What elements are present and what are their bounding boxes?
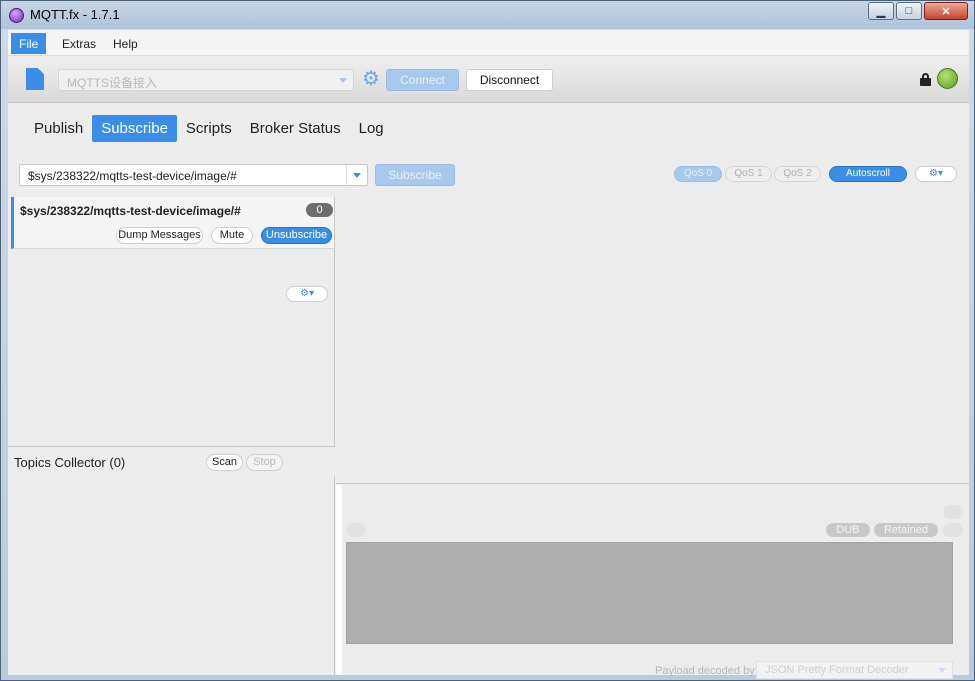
autoscroll-toggle[interactable]: Autoscroll <box>829 166 907 182</box>
client-area: File Extras Help MQTTS设备接入 ⚙ Connect Dis… <box>8 30 969 679</box>
connection-toolbar: MQTTS设备接入 ⚙ Connect Disconnect <box>8 57 969 103</box>
connect-button[interactable]: Connect <box>386 69 459 91</box>
disconnect-button[interactable]: Disconnect <box>466 69 553 91</box>
tab-broker-status[interactable]: Broker Status <box>241 115 350 142</box>
qos0-toggle[interactable]: QoS 0 <box>674 166 722 182</box>
dump-messages-button[interactable]: Dump Messages <box>116 227 203 244</box>
collector-options-button[interactable]: ⚙▾ <box>286 286 328 302</box>
menu-help[interactable]: Help <box>105 33 146 54</box>
detail-pane-border <box>336 485 342 675</box>
tab-publish[interactable]: Publish <box>25 115 92 142</box>
messages-list-pane <box>336 197 969 484</box>
tab-scripts[interactable]: Scripts <box>177 115 241 142</box>
subscription-item[interactable]: $sys/238322/mqtts-test-device/image/# 0 … <box>11 197 334 249</box>
window-controls: ▁ □ ✕ <box>868 2 968 20</box>
menu-bar: File Extras Help <box>8 30 969 56</box>
detail-placeholder-badge <box>943 505 963 519</box>
menu-extras[interactable]: Extras <box>54 33 104 54</box>
retained-badge: Retained <box>874 523 938 537</box>
app-window: MQTT.fx - 1.7.1 ▁ □ ✕ File Extras Help M… <box>0 0 975 681</box>
topics-collector-title: Topics Collector (0) <box>14 455 126 470</box>
chevron-down-icon <box>339 78 347 83</box>
close-icon: ✕ <box>941 5 951 18</box>
message-count-badge: 0 <box>306 203 333 217</box>
minimize-button[interactable]: ▁ <box>868 2 894 20</box>
profile-select-value: MQTTS设备接入 <box>67 76 157 90</box>
connection-status-indicator <box>937 68 958 89</box>
subscribe-button[interactable]: Subscribe <box>375 164 455 186</box>
qos2-toggle[interactable]: QoS 2 <box>774 166 821 182</box>
window-title: MQTT.fx - 1.7.1 <box>30 7 120 22</box>
maximize-icon: □ <box>905 5 913 17</box>
subscription-topic: $sys/238322/mqtts-test-device/image/# <box>20 204 241 218</box>
mute-button[interactable]: Mute <box>211 227 253 244</box>
new-profile-icon[interactable] <box>26 68 44 90</box>
subscribe-topic-value: $sys/238322/mqtts-test-device/image/# <box>28 169 237 183</box>
topics-collector-header: Topics Collector (0) Scan Stop <box>8 446 335 476</box>
menu-file[interactable]: File <box>11 33 47 54</box>
payload-decoder-select[interactable]: JSON Pretty Format Decoder <box>756 661 953 679</box>
gear-icon: ⚙▾ <box>300 288 314 299</box>
minimize-icon: ▁ <box>876 5 886 18</box>
connection-profile-select[interactable]: MQTTS设备接入 <box>58 69 354 91</box>
qos1-toggle[interactable]: QoS 1 <box>725 166 772 182</box>
payload-decoder-value: JSON Pretty Format Decoder <box>765 664 909 676</box>
subscribe-options-button[interactable]: ⚙▾ <box>915 166 957 182</box>
subscribe-topic-input[interactable]: $sys/238322/mqtts-test-device/image/# <box>19 164 368 186</box>
detail-placeholder-badge <box>943 523 963 537</box>
stop-button[interactable]: Stop <box>246 454 283 471</box>
payload-viewer[interactable] <box>346 542 953 644</box>
gear-icon: ⚙▾ <box>929 168 943 179</box>
detail-placeholder-badge <box>346 523 366 537</box>
title-bar[interactable]: MQTT.fx - 1.7.1 ▁ □ ✕ <box>1 1 974 29</box>
lock-icon <box>920 73 931 86</box>
main-tabs: Publish Subscribe Scripts Broker Status … <box>25 115 393 143</box>
maximize-button[interactable]: □ <box>896 2 922 20</box>
combo-separator <box>346 165 347 185</box>
subscriptions-pane: $sys/238322/mqtts-test-device/image/# 0 … <box>8 197 335 675</box>
mqttfx-logo-icon <box>9 8 24 23</box>
scan-button[interactable]: Scan <box>206 454 243 471</box>
chevron-down-icon <box>938 668 946 673</box>
message-detail-pane: DUB Retained Payload decoded by JSON Pre… <box>336 485 969 679</box>
connection-settings-gear-icon[interactable]: ⚙ <box>360 68 382 90</box>
dub-badge: DUB <box>826 523 870 537</box>
chevron-down-icon[interactable] <box>353 173 361 178</box>
tab-subscribe[interactable]: Subscribe <box>92 115 177 142</box>
tab-log[interactable]: Log <box>350 115 393 142</box>
payload-decoder-label: Payload decoded by <box>655 665 755 677</box>
close-button[interactable]: ✕ <box>924 2 968 20</box>
unsubscribe-button[interactable]: Unsubscribe <box>261 227 332 244</box>
